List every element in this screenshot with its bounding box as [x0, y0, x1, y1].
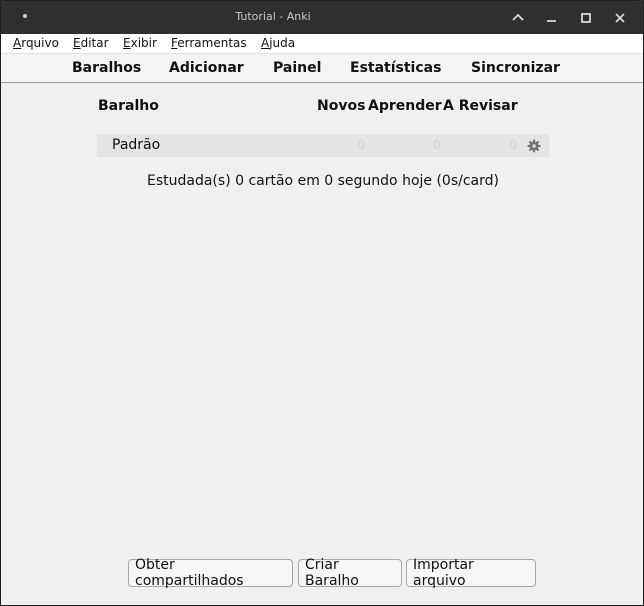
- toolbar-sync-link[interactable]: Sincronizar: [471, 60, 560, 76]
- deck-learn-count: 0: [433, 138, 441, 152]
- close-icon[interactable]: [609, 7, 631, 29]
- deck-new-count: 0: [357, 138, 365, 152]
- deck-row: Padrão 0 0 0: [97, 134, 549, 157]
- column-header-new: Novos: [317, 98, 366, 114]
- column-header-learn: Aprender: [368, 98, 442, 114]
- main-toolbar: Baralhos Adicionar Painel Estatísticas S…: [1, 54, 643, 83]
- title-bar: Tutorial - Anki: [1, 1, 643, 34]
- anki-window: Tutorial - Anki Arquivo Editar Exibir Fe…: [0, 0, 644, 606]
- maximize-icon[interactable]: [575, 7, 597, 29]
- minimize-icon[interactable]: [541, 7, 563, 29]
- menu-editar[interactable]: Editar: [73, 36, 109, 50]
- menu-ferramentas[interactable]: Ferramentas: [171, 36, 247, 50]
- get-shared-button[interactable]: Obter compartilhados: [128, 557, 293, 589]
- toolbar-stats-link[interactable]: Estatísticas: [350, 60, 441, 76]
- column-header-deck: Baralho: [98, 98, 159, 114]
- column-header-review: A Revisar: [443, 98, 518, 114]
- chevron-up-icon[interactable]: [507, 7, 529, 29]
- gear-icon[interactable]: [527, 138, 541, 153]
- menu-arquivo[interactable]: Arquivo: [13, 36, 59, 50]
- deck-review-count: 0: [509, 138, 517, 152]
- deck-name-link[interactable]: Padrão: [112, 137, 160, 153]
- toolbar-browse-link[interactable]: Painel: [273, 60, 321, 76]
- window-title: Tutorial - Anki: [235, 10, 311, 23]
- create-deck-button[interactable]: Criar Baralho: [298, 557, 402, 589]
- menu-exibir[interactable]: Exibir: [123, 36, 157, 50]
- menu-bar: Arquivo Editar Exibir Ferramentas Ajuda: [1, 34, 643, 54]
- studied-summary: Estudada(s) 0 cartão em 0 segundo hoje (…: [147, 173, 499, 189]
- toolbar-decks-link[interactable]: Baralhos: [72, 60, 141, 76]
- toolbar-add-link[interactable]: Adicionar: [169, 60, 244, 76]
- menu-ajuda[interactable]: Ajuda: [261, 36, 295, 50]
- import-file-button[interactable]: Importar arquivo: [406, 557, 536, 589]
